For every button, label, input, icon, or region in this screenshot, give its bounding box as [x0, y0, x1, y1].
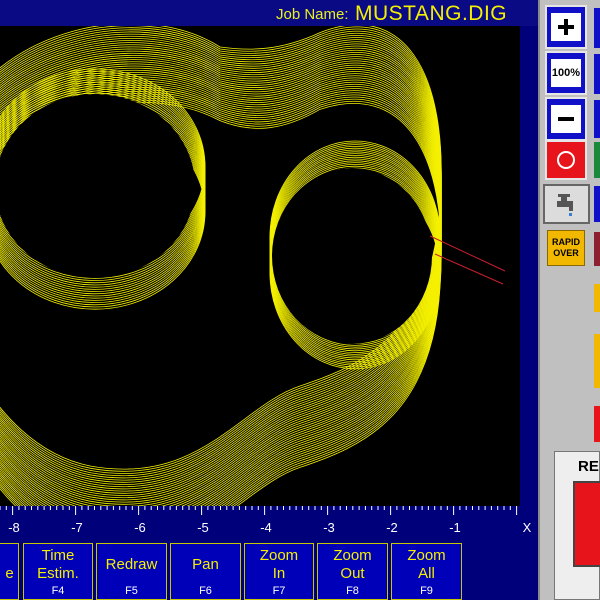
fkey-time-estim[interactable]: Time Estim. F4: [23, 543, 93, 600]
clipped-button[interactable]: [594, 334, 600, 362]
clipped-button[interactable]: [594, 100, 600, 138]
fkey-label-line1: Pan: [192, 556, 219, 573]
zoom-100-button[interactable]: 100%: [545, 51, 587, 95]
job-name-value: MUSTANG.DIG: [355, 2, 508, 25]
fkey-label-line1: Zoom: [407, 547, 446, 564]
fkey-label-line2: Estim.: [37, 565, 79, 582]
stop-button[interactable]: [545, 140, 587, 180]
fkey-label-line1: Zoom: [259, 547, 299, 564]
x-axis-end-label: X: [522, 520, 532, 535]
clipped-button[interactable]: [594, 232, 600, 266]
top-bar: Job Name: MUSTANG.DIG: [0, 0, 538, 26]
coolant-button[interactable]: [543, 184, 590, 224]
clipped-button[interactable]: [594, 406, 600, 442]
fkey-zoom-in[interactable]: Zoom In F7: [244, 543, 314, 600]
fkey-label-line2: Out: [340, 565, 365, 582]
fkey-zoom-out[interactable]: Zoom Out F8: [317, 543, 388, 600]
hole-right: [272, 168, 432, 344]
reset-label: RE: [578, 458, 599, 475]
x-axis-tick-label: -4: [260, 520, 272, 535]
fkey-label: e: [5, 565, 14, 582]
x-axis-ruler: [0, 506, 518, 515]
x-axis-tick-label: -5: [197, 520, 209, 535]
x-axis-tick-label: -8: [8, 520, 20, 535]
x-axis-tick-label: -1: [449, 520, 461, 535]
clipped-button[interactable]: [594, 186, 600, 222]
fkey-shortcut: F5: [125, 585, 138, 597]
fkey-label-line1: Zoom: [333, 547, 372, 564]
minus-icon: [551, 105, 581, 133]
x-axis-tick-label: -7: [71, 520, 83, 535]
fkey-label-line1: Time: [41, 547, 75, 564]
clipped-button[interactable]: [594, 142, 600, 178]
fkey-label-line1: Redraw: [105, 556, 158, 573]
x-axis-tick-label: -3: [323, 520, 335, 535]
rapid-label-line2: OVER: [553, 248, 579, 258]
fkey-shortcut: F4: [51, 585, 65, 597]
x-axis-tick-label: -2: [386, 520, 398, 535]
toolpath-canvas[interactable]: [0, 26, 520, 506]
fkey-label-line2: In: [272, 565, 286, 582]
fkey-label-line2: All: [418, 565, 435, 582]
fkey-shortcut: F8: [346, 585, 359, 597]
zoom-out-button[interactable]: [545, 97, 587, 141]
zoom-in-button[interactable]: [545, 5, 587, 49]
rapid-override-button[interactable]: RAPID OVER: [547, 230, 585, 266]
fkey-zoom-all[interactable]: Zoom All F9: [391, 543, 462, 600]
reset-button[interactable]: [573, 481, 600, 567]
job-name-label: Job Name:: [276, 6, 349, 23]
zoom-100-label: 100%: [551, 67, 581, 79]
clipped-button[interactable]: [594, 54, 600, 94]
clipped-button[interactable]: [594, 362, 600, 388]
fkey-shortcut: F6: [199, 585, 212, 597]
fkey-shortcut: F7: [272, 585, 286, 597]
fkey-shortcut: F9: [420, 585, 433, 597]
rapid-move-line: [434, 253, 504, 285]
toolpath-drawing: [0, 26, 506, 506]
clipped-button[interactable]: [594, 8, 600, 48]
fkey-pan[interactable]: Pan F6: [170, 543, 241, 600]
fkey-partial[interactable]: e: [0, 543, 19, 600]
plus-icon: [551, 13, 581, 41]
fkey-redraw[interactable]: Redraw F5: [96, 543, 167, 600]
x-axis-strip: -8 -7 -6 -5 -4 -3 -2 -1 X: [0, 506, 538, 540]
x-axis-tick-label: -6: [134, 520, 146, 535]
clipped-button[interactable]: [594, 284, 600, 312]
rapid-label-line1: RAPID: [551, 237, 580, 247]
stop-circle-icon: [557, 151, 575, 169]
hole-left: [0, 94, 195, 278]
faucet-icon: [557, 194, 573, 216]
